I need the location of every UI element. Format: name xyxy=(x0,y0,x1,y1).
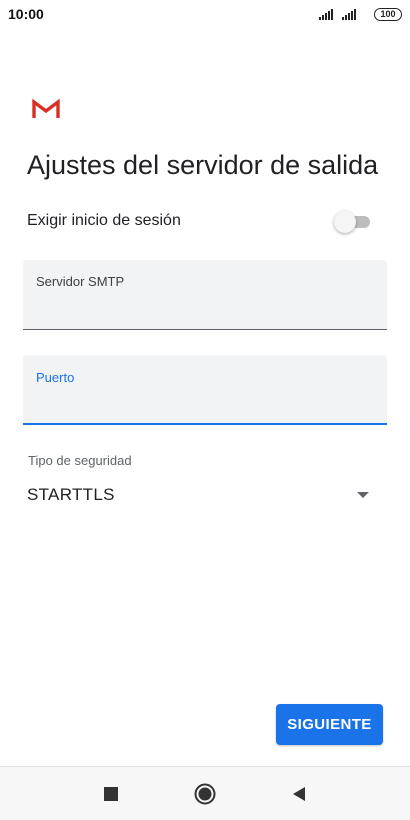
signal-icon xyxy=(342,8,356,20)
security-type-select[interactable]: STARTTLS xyxy=(27,480,377,510)
port-field[interactable]: Puerto xyxy=(23,355,387,425)
status-icons: 100 xyxy=(319,7,402,21)
status-time: 10:00 xyxy=(8,6,44,22)
back-button[interactable] xyxy=(287,782,311,806)
smtp-server-label: Servidor SMTP xyxy=(36,274,125,289)
smtp-server-field[interactable]: Servidor SMTP xyxy=(23,260,387,330)
login-required-row[interactable]: Exigir inicio de sesión xyxy=(27,206,372,236)
login-required-toggle[interactable] xyxy=(334,209,372,233)
navigation-bar xyxy=(0,766,410,820)
port-label: Puerto xyxy=(36,370,75,385)
security-type-value: STARTTLS xyxy=(27,485,115,504)
home-button[interactable] xyxy=(193,782,217,806)
page-title: Ajustes del servidor de salida xyxy=(27,150,379,180)
smtp-server-input[interactable] xyxy=(36,299,366,321)
signal-indicators xyxy=(319,8,356,20)
triangle-back-icon xyxy=(293,786,305,801)
recents-button[interactable] xyxy=(99,782,123,806)
security-type-label: Tipo de seguridad xyxy=(28,453,132,468)
dropdown-caret-icon xyxy=(357,492,369,498)
toggle-thumb xyxy=(334,211,356,233)
port-input[interactable] xyxy=(36,393,366,415)
battery-icon: 100 xyxy=(374,7,402,21)
login-required-label: Exigir inicio de sesión xyxy=(27,212,181,229)
square-icon xyxy=(104,786,118,801)
next-button[interactable]: SIGUIENTE xyxy=(276,704,383,745)
signal-icon xyxy=(319,8,333,20)
circle-icon xyxy=(194,783,216,804)
status-bar: 10:00 100 xyxy=(0,0,410,28)
gmail-logo-icon xyxy=(32,98,60,118)
